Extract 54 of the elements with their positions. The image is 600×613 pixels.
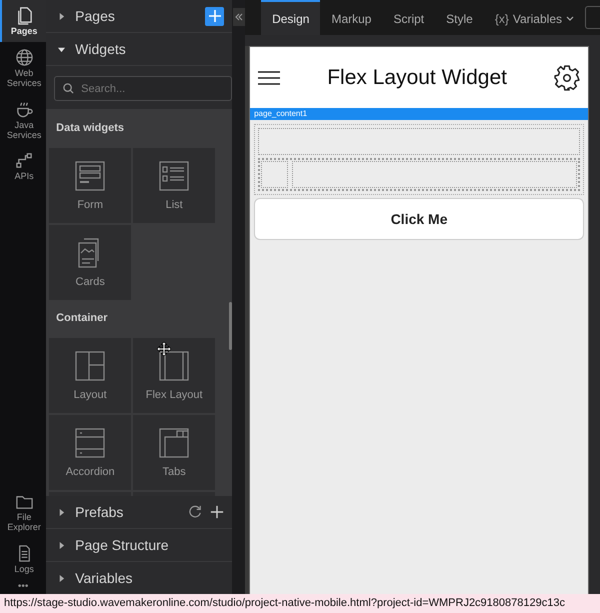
editor-tab[interactable]: Style [435, 0, 484, 35]
widget-tile[interactable]: Layout [49, 338, 132, 413]
rail-tab[interactable]: File Explorer [0, 486, 46, 538]
globe-icon [14, 48, 34, 67]
add-button[interactable] [205, 6, 224, 26]
search-field[interactable]: Search... [54, 76, 232, 101]
rail-tab[interactable]: Logs [0, 538, 46, 580]
editor-tab[interactable]: Markup [320, 0, 382, 35]
section-title: Prefabs [75, 504, 124, 520]
cup-icon [14, 100, 34, 119]
widget-tile[interactable]: Cards [49, 225, 132, 300]
flex-icon [159, 350, 190, 380]
widget-tile[interactable]: Form [49, 148, 132, 223]
settings-icon[interactable] [554, 64, 580, 90]
add-icon[interactable] [210, 505, 224, 519]
page-title: Flex Layout Widget [327, 66, 507, 90]
editor-tab[interactable]: Design [261, 0, 320, 35]
accordion-icon [75, 428, 106, 458]
double-chevron-left-icon [234, 13, 243, 21]
scrollbar-thumb[interactable] [229, 302, 232, 350]
widget-tile[interactable]: List [133, 148, 216, 223]
status-url: https://stage-studio.wavemakeronline.com/studio/project-native-mobile.html?project-id=WMPRJ2c9180878129c13c [0, 594, 600, 613]
rail-tab[interactable]: Web Services [0, 42, 46, 94]
more-icon[interactable]: ••• [0, 580, 46, 594]
rail-tab[interactable]: Java Services [0, 94, 46, 146]
widget-tile[interactable]: Flex Layout [133, 338, 216, 413]
form-icon [75, 160, 106, 190]
layout-icon [75, 350, 106, 380]
chevron-down-icon [566, 14, 574, 22]
refresh-icon[interactable] [188, 505, 202, 519]
list-icon [159, 160, 190, 190]
search-icon [63, 83, 74, 94]
section-title: Pages [75, 8, 116, 24]
section-title: Widgets [75, 41, 127, 57]
group-title: Data widgets [56, 122, 124, 134]
group-title: Container [56, 312, 108, 324]
rail-tab[interactable]: APIs [0, 145, 46, 188]
editor-tab[interactable]: {x} Variables [484, 0, 585, 35]
widget-tile[interactable]: Accordion [49, 415, 132, 490]
section-title: Page Structure [75, 537, 170, 553]
menu-icon[interactable] [258, 70, 280, 84]
widget-tile[interactable]: Tabs [133, 415, 216, 490]
container-label: page_content1 [250, 108, 588, 120]
click-button[interactable]: Click Me [254, 198, 584, 240]
plus-icon [208, 10, 221, 22]
section-title: Variables [75, 570, 134, 586]
editor-tab[interactable]: Script [382, 0, 436, 35]
section-header[interactable]: Pages [46, 0, 232, 33]
move-cursor-icon [157, 342, 172, 356]
tab-bar-field[interactable] [585, 6, 600, 29]
api-icon [14, 151, 34, 170]
rail-tab[interactable]: Pages [0, 0, 46, 42]
tabs-icon [159, 428, 190, 458]
collapse-button[interactable] [232, 8, 245, 26]
